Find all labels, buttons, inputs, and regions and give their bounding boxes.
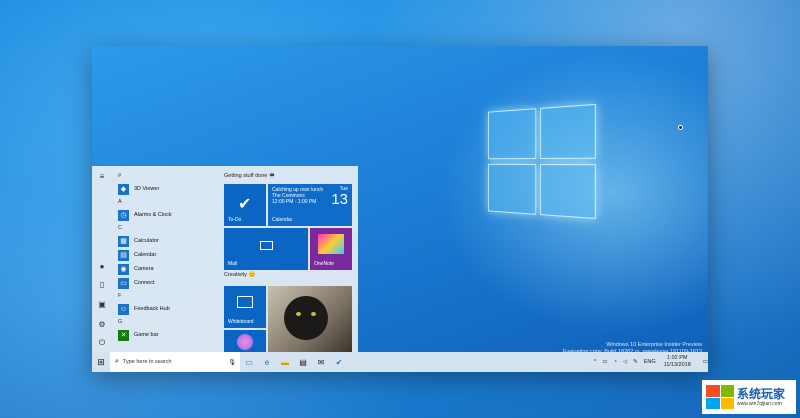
start-menu: ≡ ● ▯ ▣ ⚙ ⏻ # ◆ 3D Viewer A ◷ Alarms & Clo… [92, 166, 358, 352]
app-list: # ◆ 3D Viewer A ◷ Alarms & Clock C ▦ Calcul… [112, 170, 216, 342]
letter-header[interactable]: F [112, 290, 216, 302]
site-badge: 系统玩家 www.win7qijian.com [702, 380, 796, 414]
mouse-cursor [678, 125, 683, 130]
clock-time: 1:02 PM [666, 355, 688, 361]
tile-onenote[interactable]: OneNote [310, 228, 352, 270]
list-item[interactable]: ◉ Camera [112, 262, 216, 276]
chevron-up-icon[interactable]: ^ [594, 359, 597, 365]
taskbar: ⊞ ⌕ Type here to search 🎙 ▭ e ▬ ▤ ✉ ✔ ^ … [92, 352, 708, 372]
badge-title: 系统玩家 [737, 386, 786, 401]
calendar-icon: ▤ [118, 249, 129, 261]
language-indicator[interactable]: ENG [644, 359, 656, 365]
start-rail: ≡ ● ▯ ▣ ⚙ ⏻ [92, 166, 112, 352]
flag-blue [706, 397, 720, 409]
connect-icon: ▭ [118, 277, 129, 289]
pictures-icon[interactable]: ▣ [97, 300, 107, 310]
letter-header[interactable]: A [112, 196, 216, 208]
search-box[interactable]: ⌕ Type here to search 🎙 [110, 352, 240, 372]
list-item[interactable]: ▦ Calculator [112, 234, 216, 248]
documents-icon[interactable]: ▯ [97, 280, 107, 290]
cat-eye-right [311, 312, 316, 316]
start-button-windows-icon[interactable]: ⊞ [92, 352, 110, 372]
flag-yellow [720, 397, 734, 409]
search-input[interactable]: Type here to search [123, 359, 172, 365]
tile-label: Whiteboard [228, 319, 254, 325]
tile-photos-cat[interactable] [268, 286, 352, 352]
power-icon[interactable]: ⏻ [97, 338, 107, 348]
badge-url: www.win7qijian.com [737, 400, 782, 407]
avatar[interactable]: ● [97, 262, 107, 272]
tile-paint3d[interactable] [224, 330, 266, 352]
todo-check-icon[interactable]: ✔ [330, 352, 348, 372]
edge-browser-icon[interactable]: e [258, 352, 276, 372]
letter-header[interactable]: # [112, 170, 216, 182]
volume-icon[interactable]: ◁ [623, 359, 627, 365]
action-center-icon[interactable]: ▭ [703, 359, 708, 365]
letter-header[interactable]: C [112, 222, 216, 234]
calendar-date: 13 [331, 191, 348, 208]
tile-label: Mail [228, 261, 238, 267]
list-item[interactable]: ☺ Feedback Hub [112, 302, 216, 316]
list-item[interactable]: ▤ Calendar [112, 248, 216, 262]
watermark-edition: Windows 10 Enterprise Insider Preview [606, 342, 702, 348]
tile-label: Calendar [272, 217, 293, 223]
system-tray: ^ ▭ ◔ ◁ ✎ ENG 1:02 PM 11/13/2018 ▭ [588, 355, 708, 369]
whiteboard-icon [237, 296, 253, 308]
tile-whiteboard[interactable]: Whiteboard [224, 286, 266, 328]
game-bar-icon: ✕ [118, 329, 129, 341]
group-title-creativity[interactable]: Creativity 😊 [224, 272, 255, 278]
letter-header[interactable]: G [112, 316, 216, 328]
list-item[interactable]: ◆ 3D Viewer [112, 182, 216, 196]
mail-icon[interactable]: ✉ [312, 352, 330, 372]
calculator-icon: ▦ [118, 235, 129, 247]
tile-label: OneNote [314, 261, 335, 267]
tile-todo[interactable]: ✔ To-Do [224, 184, 266, 226]
microphone-icon[interactable]: 🎙 [228, 359, 236, 366]
hamburger-icon[interactable]: ≡ [97, 172, 107, 182]
clock[interactable]: 1:02 PM 11/13/2018 [664, 355, 691, 369]
list-item[interactable]: ✕ Game bar [112, 328, 216, 342]
onenote-preview-image [318, 234, 344, 254]
calendar-event: Catching up over lunch The Commons 12:00… [272, 187, 328, 205]
file-explorer-icon[interactable]: ▬ [276, 352, 294, 372]
windows-logo-wallpaper [488, 103, 598, 221]
camera-icon: ◉ [118, 263, 129, 275]
mail-envelope-icon [260, 241, 273, 250]
alarm-clock-icon: ◷ [118, 209, 129, 221]
battery-icon[interactable]: ▭ [602, 359, 607, 365]
task-view-icon[interactable]: ▭ [240, 352, 258, 372]
checkmark-icon: ✔ [238, 196, 252, 213]
desktop-screen: Windows 10 Enterprise Insider Preview Ev… [92, 46, 708, 372]
3d-viewer-icon: ◆ [118, 183, 129, 195]
flag-red [706, 385, 720, 397]
ink-workspace-icon[interactable]: ✎ [633, 359, 638, 365]
tile-group-header: Getting stuff done 💻 [224, 170, 354, 182]
paint-drop-icon [237, 334, 253, 350]
flag-green [720, 385, 734, 397]
windows-flag-logo [706, 385, 734, 409]
cat-eye-left [296, 312, 301, 316]
tile-mail[interactable]: Mail [224, 228, 308, 270]
store-icon[interactable]: ▤ [294, 352, 312, 372]
tile-label: To-Do [228, 217, 242, 223]
list-item[interactable]: ◷ Alarms & Clock [112, 208, 216, 222]
group-title-productivity[interactable]: Getting stuff done 💻 [224, 170, 354, 182]
tile-calendar[interactable]: Catching up over lunch The Commons 12:00… [268, 184, 352, 226]
calendar-event-time: 12:00 PM - 1:00 PM [272, 199, 317, 205]
network-icon[interactable]: ◔ [614, 359, 617, 365]
search-icon: ⌕ [115, 358, 119, 365]
clock-date: 11/13/2018 [663, 362, 691, 368]
list-item[interactable]: ▭ Connect [112, 276, 216, 290]
settings-gear-icon[interactable]: ⚙ [97, 320, 107, 330]
feedback-hub-icon: ☺ [118, 303, 129, 315]
cat-photo [284, 296, 328, 340]
